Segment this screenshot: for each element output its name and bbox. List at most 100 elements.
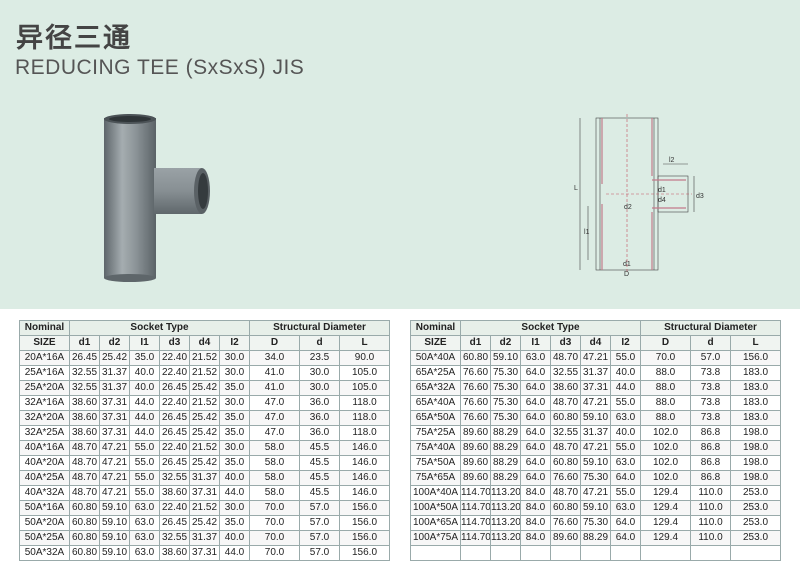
table-row: 40A*20A 48.70 47.21 55.0 26.45 25.42 35.0 58.0 4… [19, 455, 391, 471]
cell-size: 50A*25A [19, 530, 70, 546]
cell-size: 65A*25A [410, 365, 461, 381]
cell-outer-d: 129.4 [640, 500, 692, 516]
cell-inner-d: 45.5 [299, 485, 341, 501]
cell-d3: 60.80 [550, 500, 581, 516]
label-d4: d4 [658, 197, 666, 204]
cell-d3: 76.60 [550, 515, 581, 531]
cell-size: 32A*16A [19, 395, 70, 411]
cell-d2: 37.31 [99, 425, 130, 441]
reducing-tee-product-image [104, 114, 210, 282]
cell-inner-d: 110.0 [690, 485, 732, 501]
table-row: 50A*25A 60.80 59.10 63.0 32.55 31.37 40.0 70.0 5… [19, 530, 391, 546]
cell-outer-d: 70.0 [249, 500, 301, 516]
cell-i2: 35.0 [218, 455, 251, 471]
table-row: 100A*50A 114.70 113.20 84.0 60.80 59.10 63.0 12… [410, 500, 782, 516]
header-nominal: Nominal [410, 320, 461, 336]
cell-d1: 76.60 [460, 365, 491, 381]
cell-d4 [580, 545, 611, 561]
cell-d4: 31.37 [189, 530, 220, 546]
cell-i1: 63.0 [129, 500, 160, 516]
cell-length: 146.0 [339, 455, 391, 471]
cell-inner-d: 45.5 [299, 440, 341, 456]
cell-i2: 63.0 [609, 410, 642, 426]
cell-size: 50A*32A [19, 545, 70, 561]
header-size: SIZE [19, 335, 70, 351]
cell-d4: 21.52 [189, 500, 220, 516]
cell-size: 65A*40A [410, 395, 461, 411]
cell-outer-d: 88.0 [640, 365, 692, 381]
cell-i2: 63.0 [609, 500, 642, 516]
table-row: 20A*16A 26.45 25.42 35.0 22.40 21.52 30.0 34.0 2… [19, 350, 391, 366]
cell-d3: 38.60 [159, 485, 190, 501]
cell-outer-d: 88.0 [640, 395, 692, 411]
cell-i1: 55.0 [129, 455, 160, 471]
cell-inner-d: 73.8 [690, 395, 732, 411]
cell-d2: 75.30 [490, 395, 521, 411]
table-header-row: Nominal Socket Type Structural Diameter [410, 320, 782, 336]
cell-i1: 40.0 [129, 380, 160, 396]
cell-d2: 88.29 [490, 455, 521, 471]
cell-size: 65A*50A [410, 410, 461, 426]
cell-d1: 38.60 [69, 425, 100, 441]
cell-d1: 114.70 [460, 500, 491, 516]
label-l2: l2 [669, 157, 675, 164]
cell-d3: 60.80 [550, 410, 581, 426]
cell-length [730, 545, 782, 561]
table-row: 32A*20A 38.60 37.31 44.0 26.45 25.42 35.0 47.0 3… [19, 410, 391, 426]
cell-d3: 48.70 [550, 350, 581, 366]
cell-inner-d: 57.0 [299, 530, 341, 546]
cell-d2: 88.29 [490, 440, 521, 456]
table-row: 65A*40A 76.60 75.30 64.0 48.70 47.21 55.0 88.0 7… [410, 395, 782, 411]
cell-length: 183.0 [730, 380, 782, 396]
table-row: 40A*25A 48.70 47.21 55.0 32.55 31.37 40.0 58.0 4… [19, 470, 391, 486]
cell-inner-d: 57.0 [299, 545, 341, 561]
cell-d1: 76.60 [460, 380, 491, 396]
cell-inner-d: 30.0 [299, 380, 341, 396]
cell-size [410, 545, 461, 561]
cell-d1 [460, 545, 491, 561]
cell-size: 40A*32A [19, 485, 70, 501]
cell-d3: 26.45 [159, 515, 190, 531]
cell-d4: 59.10 [580, 410, 611, 426]
cell-outer-d [640, 545, 692, 561]
header-socket-type: Socket Type [68, 320, 251, 336]
cell-d4: 47.21 [580, 350, 611, 366]
cell-d4: 47.21 [580, 395, 611, 411]
cell-d3: 26.45 [159, 455, 190, 471]
cell-inner-d: 36.0 [299, 410, 341, 426]
table-row: 50A*40A 60.80 59.10 63.0 48.70 47.21 55.0 70.0 5… [410, 350, 782, 366]
cell-d1: 38.60 [69, 410, 100, 426]
cell-length: 183.0 [730, 395, 782, 411]
table-row: 65A*25A 76.60 75.30 64.0 32.55 31.37 40.0 88.0 7… [410, 365, 782, 381]
cell-inner-d: 110.0 [690, 515, 732, 531]
cell-i1: 63.0 [129, 530, 160, 546]
cell-d1: 38.60 [69, 395, 100, 411]
cell-length: 105.0 [339, 365, 391, 381]
cell-inner-d: 36.0 [299, 425, 341, 441]
cell-size: 100A*65A [410, 515, 461, 531]
cell-d2: 37.31 [99, 395, 130, 411]
cell-i2: 55.0 [609, 350, 642, 366]
table-row: 40A*16A 48.70 47.21 55.0 22.40 21.52 30.0 58.0 4… [19, 440, 391, 456]
cell-size: 100A*75A [410, 530, 461, 546]
cell-i1: 64.0 [520, 395, 551, 411]
label-L: L [574, 185, 578, 192]
cell-i1: 55.0 [129, 440, 160, 456]
cell-i1: 44.0 [129, 425, 160, 441]
cell-d3: 26.45 [159, 380, 190, 396]
cell-d3: 48.70 [550, 485, 581, 501]
cell-d3: 48.70 [550, 440, 581, 456]
cell-inner-d: 86.8 [690, 425, 732, 441]
cell-d1: 60.80 [460, 350, 491, 366]
cell-length: 156.0 [339, 515, 391, 531]
cell-size: 32A*20A [19, 410, 70, 426]
table-row: 25A*20A 32.55 31.37 40.0 26.45 25.42 35.0 41.0 3… [19, 380, 391, 396]
cell-d1: 76.60 [460, 410, 491, 426]
cell-d4: 88.29 [580, 530, 611, 546]
cell-size: 40A*25A [19, 470, 70, 486]
cell-outer-d: 70.0 [640, 350, 692, 366]
table-row: 50A*32A 60.80 59.10 63.0 38.60 37.31 44.0 70.0 5… [19, 545, 391, 561]
cell-d1: 48.70 [69, 470, 100, 486]
cell-d2: 59.10 [99, 530, 130, 546]
cell-size: 75A*50A [410, 455, 461, 471]
